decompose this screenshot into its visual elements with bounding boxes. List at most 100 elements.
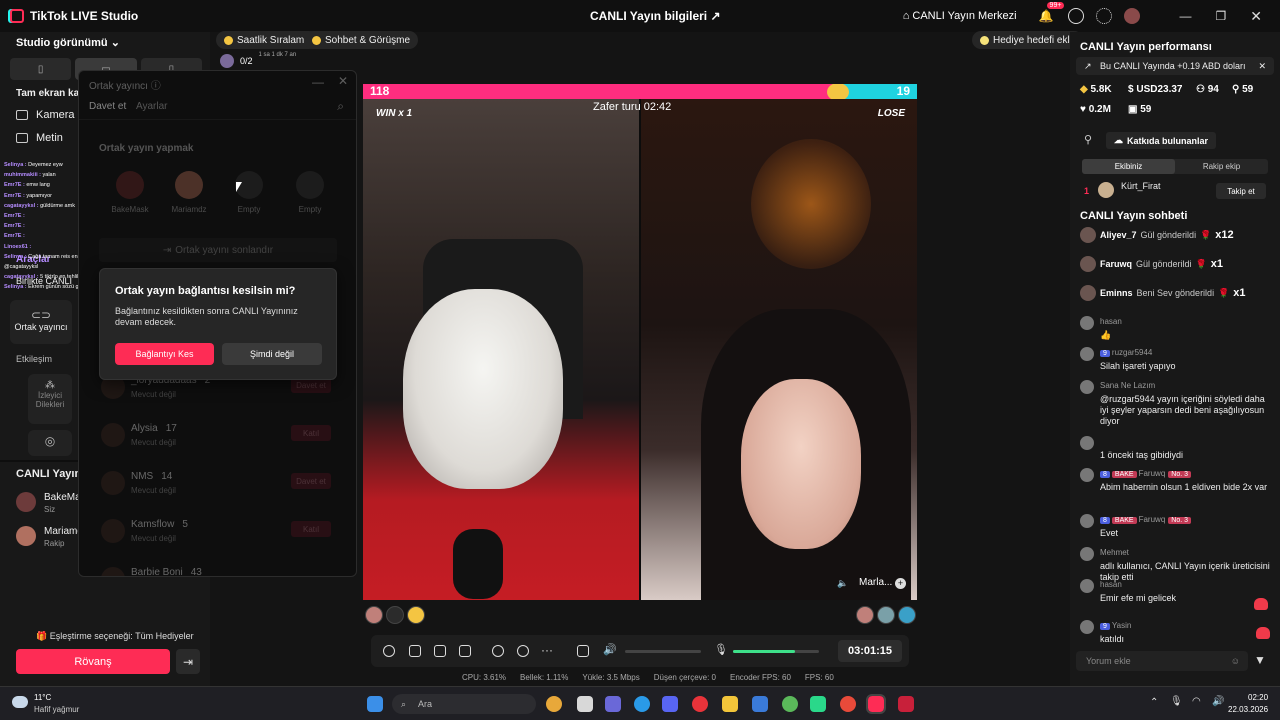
follow-button[interactable]: Takip et	[1216, 183, 1266, 199]
chat-meet-pill[interactable]: Sohbet & Görüşme	[304, 31, 419, 49]
fps-stat: FPS: 60	[804, 673, 834, 682]
maximize-button[interactable]: ❐	[1216, 9, 1227, 23]
minimize-button[interactable]: —	[1180, 9, 1192, 23]
emoji-icon[interactable]: ☺	[1231, 656, 1240, 666]
share-icon[interactable]: ↗	[710, 9, 720, 23]
opponent-supporters	[856, 606, 916, 624]
camera-source[interactable]: Kamera	[16, 109, 75, 121]
avatar[interactable]	[365, 606, 383, 624]
match-option[interactable]: 🎁 Eşleştirme seçeneği: Tüm Hediyeler	[36, 631, 194, 642]
app-icon[interactable]	[577, 696, 593, 712]
chat-username: hasan	[1100, 317, 1122, 326]
avatar[interactable]	[386, 606, 404, 624]
chrome-alt-icon[interactable]	[782, 696, 798, 712]
live-info-title[interactable]: CANLI Yayın bilgileri ↗	[590, 9, 721, 23]
comment-input[interactable]: Yorum ekle ☺	[1076, 651, 1248, 671]
cpu-stat: CPU: 3.61%	[462, 673, 507, 682]
tab-rival-team[interactable]: Rakip ekip	[1175, 159, 1268, 174]
edge-icon[interactable]	[634, 696, 650, 712]
screen-icon[interactable]	[459, 645, 471, 657]
mic-level-fill	[733, 650, 795, 653]
avatar[interactable]	[407, 606, 425, 624]
explorer-icon[interactable]	[722, 696, 738, 712]
goal-widget[interactable]: 0/2 1 sa 1 dk 7 an	[220, 52, 296, 68]
wifi-icon[interactable]: ◠	[1192, 696, 1201, 707]
rematch-button[interactable]: Rövanş	[16, 649, 170, 674]
media-icon[interactable]	[898, 696, 914, 712]
notification-icon[interactable]: 🔔 99+	[1039, 2, 1065, 23]
chrome-icon[interactable]	[546, 696, 562, 712]
hourly-ranking-pill[interactable]: Saatlik Sıralama	[216, 31, 318, 49]
game-icon[interactable]	[810, 696, 826, 712]
tiktok-logo-icon	[10, 9, 24, 23]
portrait-option[interactable]: ▯	[10, 58, 72, 80]
layout-icon[interactable]	[409, 645, 421, 657]
help-icon[interactable]	[1067, 8, 1084, 24]
gift-user: Eminns	[1100, 288, 1133, 298]
discord-icon[interactable]	[662, 696, 678, 712]
teams-icon[interactable]	[605, 696, 621, 712]
gift-goal-pill[interactable]: Hediye hedefi ekle	[972, 31, 1084, 49]
battle-view: 118 19 WIN x 1 LOSE Zafer turu 02:42 🔈 M…	[363, 84, 917, 600]
send-icon[interactable]: ▼	[1254, 653, 1266, 667]
opponent-video	[641, 99, 917, 600]
avatar[interactable]	[877, 606, 895, 624]
settings-icon[interactable]	[1095, 8, 1112, 24]
mic-icon[interactable]: 🎙	[714, 643, 728, 656]
text-source[interactable]: Metin	[16, 132, 63, 144]
cohost-tool[interactable]: ⊂⊃ Ortak yayıncı	[10, 300, 72, 344]
extra-tool[interactable]: ◎	[28, 430, 72, 456]
chat-text: 1 önceki taş gibidiydi	[1100, 450, 1184, 460]
overlay-chat-user: cagatayyksl :	[4, 202, 39, 209]
overlay-chat-text: emw lang	[26, 182, 50, 189]
opponent-tag[interactable]: Marla...	[859, 577, 892, 588]
clock-date[interactable]: 22.03.2026	[1228, 705, 1268, 714]
gift-text: Gül gönderildi	[1136, 259, 1192, 269]
gift-row: Eminns Beni Sev gönderildi 🌹 x1	[1080, 284, 1246, 302]
contributors-button[interactable]: ☁ Katkıda bulunanlar	[1106, 132, 1217, 149]
avatar[interactable]	[898, 606, 916, 624]
start-icon[interactable]	[367, 696, 383, 712]
not-now-button[interactable]: Şimdi değil	[222, 343, 322, 365]
chat-text: adlı kullanıcı, CANLI Yayın içerik üreti…	[1100, 561, 1270, 582]
tab-your-team[interactable]: Ekibiniz	[1082, 159, 1175, 174]
mute-icon[interactable]: 🔈	[837, 578, 848, 589]
stream-controls: ··· 🔊 🎙 03:01:15	[371, 635, 909, 667]
search-input[interactable]: ⌕ Ara	[392, 694, 536, 714]
participant-rival: Mariamd Rakip	[16, 526, 83, 549]
volume-slider[interactable]	[625, 650, 701, 653]
record-icon[interactable]	[492, 645, 504, 657]
mic-level-slider[interactable]	[733, 650, 819, 653]
ai-icon[interactable]	[434, 645, 446, 657]
avatar[interactable]	[856, 606, 874, 624]
volume-icon[interactable]: 🔊	[603, 643, 617, 656]
studio-view-dropdown[interactable]: Studio görünümü ⌄	[16, 36, 120, 49]
disconnect-button[interactable]: Bağlantıyı Kes	[115, 343, 214, 365]
chat-username: Faruwq	[1138, 515, 1166, 524]
effects-icon[interactable]	[383, 645, 395, 657]
mic-tray-icon[interactable]: 🎙	[1170, 696, 1183, 707]
add-user-icon[interactable]: ⚲	[1084, 133, 1092, 146]
link-icon: ⊂⊃	[30, 308, 52, 322]
camera-switch-icon[interactable]	[517, 645, 529, 657]
opera-icon[interactable]	[692, 696, 708, 712]
gift-count: x1	[1210, 258, 1224, 270]
exit-battle-button[interactable]: ⇥	[176, 649, 200, 674]
live-center-link[interactable]: ⌂ CANLI Yayın Merkezi	[903, 10, 1017, 22]
close-button[interactable]: ✕	[1250, 8, 1262, 25]
app-icon[interactable]	[840, 696, 856, 712]
clock-time[interactable]: 02:20	[1248, 693, 1268, 702]
more-icon[interactable]: ···	[541, 643, 553, 657]
viewer-wishes-tool[interactable]: ⁂ İzleyici Dilekleri	[28, 374, 72, 424]
close-banner-icon[interactable]: ✕	[1258, 61, 1266, 72]
tiktok-live-icon[interactable]	[866, 694, 886, 714]
mail-icon[interactable]	[752, 696, 768, 712]
tray-chevron-icon[interactable]: ⌃	[1150, 697, 1158, 708]
adjust-icon[interactable]	[577, 645, 589, 657]
viewers-icon: ⚇	[1196, 84, 1205, 95]
avatar	[1080, 579, 1094, 593]
add-icon[interactable]: +	[895, 578, 906, 589]
speaker-icon[interactable]: 🔊	[1212, 696, 1224, 707]
avatar	[1098, 182, 1114, 198]
profile-avatar[interactable]	[1123, 8, 1140, 24]
